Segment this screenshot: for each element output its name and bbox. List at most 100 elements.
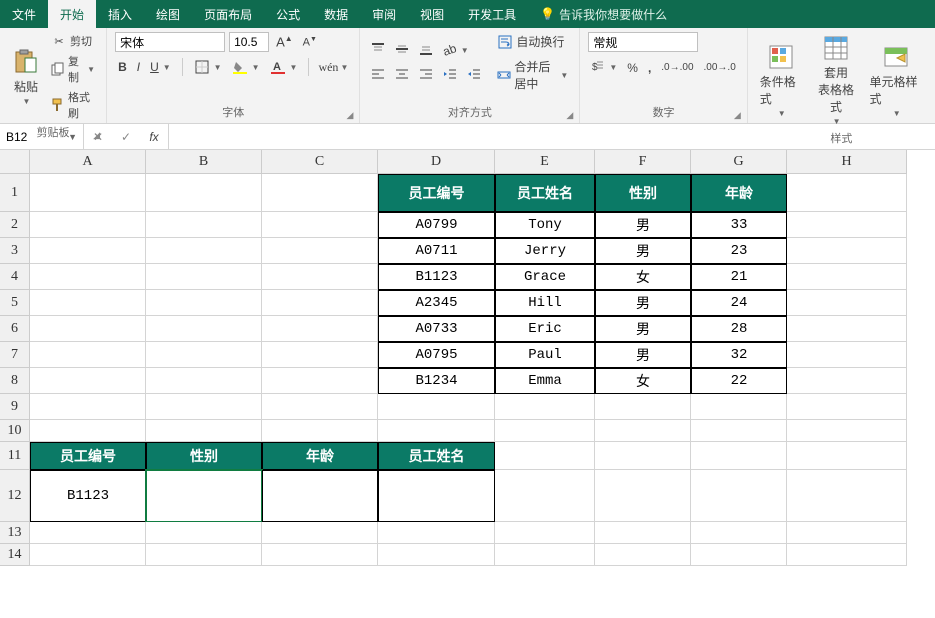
cell[interactable] xyxy=(262,470,378,522)
cell[interactable] xyxy=(30,212,146,238)
column-header[interactable]: A xyxy=(30,150,146,174)
cell[interactable] xyxy=(262,342,378,368)
cell[interactable] xyxy=(262,238,378,264)
paste-button[interactable]: 粘贴 ▼ xyxy=(8,46,44,108)
percent-button[interactable]: % xyxy=(624,60,641,76)
cell[interactable] xyxy=(691,522,787,544)
cell[interactable] xyxy=(262,544,378,566)
cell[interactable] xyxy=(787,420,907,442)
cell[interactable] xyxy=(30,544,146,566)
cell[interactable] xyxy=(146,316,262,342)
cell[interactable] xyxy=(378,522,495,544)
number-format-select[interactable] xyxy=(588,32,698,52)
cell[interactable]: Hill xyxy=(495,290,595,316)
tab-developer[interactable]: 开发工具 xyxy=(456,0,528,28)
align-center-button[interactable] xyxy=(392,66,412,85)
align-bottom-button[interactable] xyxy=(416,41,436,60)
dialog-launcher-icon[interactable]: ◢ xyxy=(346,110,353,121)
cell[interactable] xyxy=(595,470,691,522)
tab-data[interactable]: 数据 xyxy=(312,0,360,28)
cell[interactable] xyxy=(30,264,146,290)
font-color-button[interactable]: A ▼ xyxy=(267,58,301,76)
cell[interactable] xyxy=(146,420,262,442)
cell[interactable]: 24 xyxy=(691,290,787,316)
format-painter-button[interactable]: 格式刷 xyxy=(48,88,98,122)
row-header[interactable]: 13 xyxy=(0,522,30,544)
wrap-text-button[interactable]: 自动换行 xyxy=(494,32,571,51)
cell[interactable] xyxy=(146,470,262,522)
comma-button[interactable]: , xyxy=(645,60,654,76)
format-as-table-button[interactable]: 套用 表格格式 ▼ xyxy=(811,32,862,128)
cell[interactable] xyxy=(787,264,907,290)
column-header[interactable]: F xyxy=(595,150,691,174)
italic-button[interactable]: I xyxy=(134,59,143,75)
align-middle-button[interactable] xyxy=(392,41,412,60)
cell[interactable] xyxy=(495,442,595,470)
dialog-launcher-icon[interactable]: ◢ xyxy=(566,110,573,121)
row-header[interactable]: 8 xyxy=(0,368,30,394)
cell[interactable] xyxy=(30,316,146,342)
conditional-format-button[interactable]: 条件格式 ▼ xyxy=(756,41,807,120)
dialog-launcher-icon[interactable]: ◢ xyxy=(93,130,100,141)
cell[interactable] xyxy=(495,394,595,420)
align-right-button[interactable] xyxy=(416,66,436,85)
column-header[interactable]: C xyxy=(262,150,378,174)
cell[interactable] xyxy=(30,342,146,368)
cell[interactable]: 员工编号 xyxy=(30,442,146,470)
column-header[interactable]: D xyxy=(378,150,495,174)
cell[interactable] xyxy=(787,290,907,316)
cell[interactable]: A0795 xyxy=(378,342,495,368)
cell[interactable] xyxy=(30,420,146,442)
underline-button[interactable]: U▼ xyxy=(147,59,174,75)
cell[interactable] xyxy=(787,316,907,342)
cell[interactable] xyxy=(691,470,787,522)
cell[interactable] xyxy=(595,544,691,566)
increase-decimal-button[interactable]: .0→.00 xyxy=(658,61,696,74)
copy-button[interactable]: 复制 ▼ xyxy=(48,52,98,86)
cell[interactable] xyxy=(495,522,595,544)
cell[interactable] xyxy=(146,212,262,238)
cell[interactable]: Tony xyxy=(495,212,595,238)
cell[interactable] xyxy=(146,522,262,544)
increase-font-button[interactable]: A▲ xyxy=(273,33,296,50)
cell[interactable] xyxy=(262,394,378,420)
cell[interactable]: A2345 xyxy=(378,290,495,316)
tab-view[interactable]: 视图 xyxy=(408,0,456,28)
cell[interactable]: A0733 xyxy=(378,316,495,342)
cell[interactable]: 男 xyxy=(595,238,691,264)
row-header[interactable]: 12 xyxy=(0,470,30,522)
cell[interactable]: A0799 xyxy=(378,212,495,238)
cell[interactable] xyxy=(787,238,907,264)
cell[interactable]: 男 xyxy=(595,290,691,316)
increase-indent-button[interactable] xyxy=(464,66,484,85)
merge-center-button[interactable]: 合并后居中 ▼ xyxy=(494,57,571,93)
cell[interactable] xyxy=(30,394,146,420)
cell[interactable] xyxy=(595,394,691,420)
row-header[interactable]: 1 xyxy=(0,174,30,212)
cell[interactable] xyxy=(495,544,595,566)
cell[interactable] xyxy=(146,342,262,368)
cut-button[interactable]: ✂ 剪切 xyxy=(48,32,98,50)
cell[interactable] xyxy=(495,470,595,522)
row-header[interactable]: 9 xyxy=(0,394,30,420)
cell[interactable]: Jerry xyxy=(495,238,595,264)
cell[interactable]: 32 xyxy=(691,342,787,368)
cell[interactable] xyxy=(262,174,378,212)
cell[interactable] xyxy=(787,442,907,470)
cell[interactable] xyxy=(262,522,378,544)
cell[interactable] xyxy=(146,264,262,290)
cell[interactable]: 23 xyxy=(691,238,787,264)
row-header[interactable]: 4 xyxy=(0,264,30,290)
cell[interactable]: 男 xyxy=(595,316,691,342)
row-header[interactable]: 7 xyxy=(0,342,30,368)
borders-button[interactable]: ▼ xyxy=(191,58,225,76)
cell[interactable] xyxy=(691,420,787,442)
cell[interactable]: B1123 xyxy=(30,470,146,522)
cell[interactable]: Paul xyxy=(495,342,595,368)
cell[interactable]: 男 xyxy=(595,342,691,368)
cell[interactable]: 男 xyxy=(595,212,691,238)
row-header[interactable]: 2 xyxy=(0,212,30,238)
cell[interactable] xyxy=(262,420,378,442)
cell[interactable] xyxy=(30,522,146,544)
tab-formulas[interactable]: 公式 xyxy=(264,0,312,28)
